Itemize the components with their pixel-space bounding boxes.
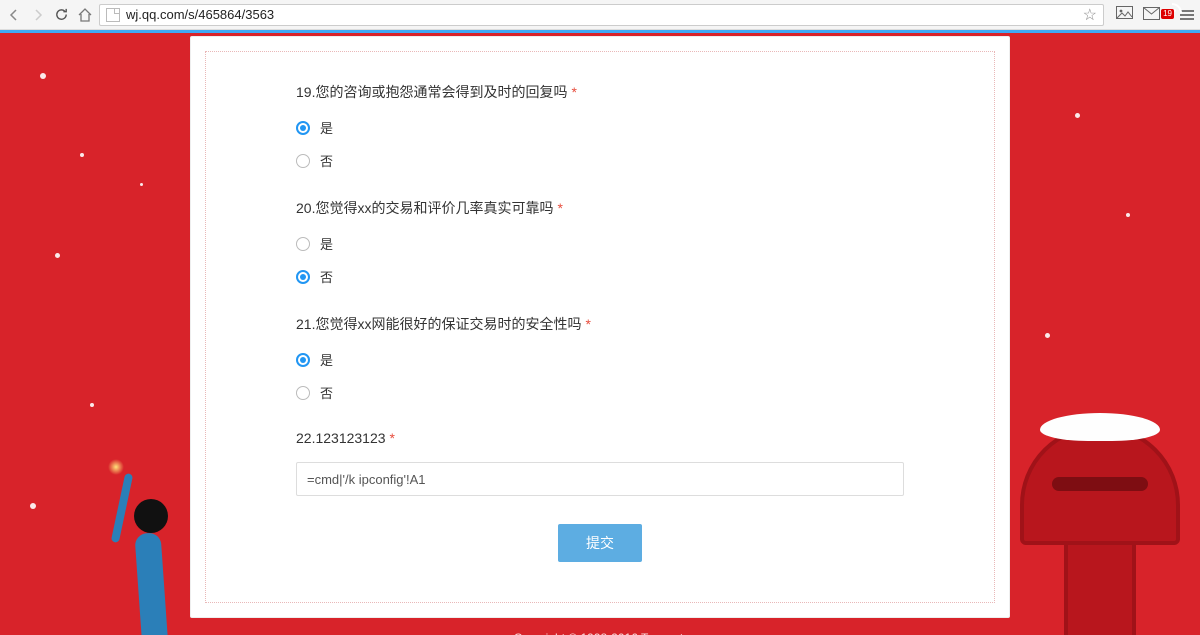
question-title: 21.您觉得xx网能很好的保证交易时的安全性吗*: [296, 314, 904, 334]
copyright-text: Copyright © 1998-2016 Tencent.: [0, 629, 1200, 635]
page-icon: [106, 8, 120, 22]
radio-icon: [296, 154, 310, 168]
required-mark: *: [390, 430, 395, 446]
pictures-icon[interactable]: [1116, 6, 1133, 24]
option-yes[interactable]: 是: [296, 234, 904, 253]
radio-icon: [296, 386, 310, 400]
address-bar[interactable]: wj.qq.com/s/465864/3563 ☆: [99, 4, 1104, 26]
decoration-person: [110, 443, 200, 635]
required-mark: *: [585, 316, 590, 332]
url-text: wj.qq.com/s/465864/3563: [126, 7, 1077, 22]
nav-controls: [6, 7, 93, 23]
back-button[interactable]: [6, 7, 22, 23]
footer: Copyright © 1998-2016 Tencent. 系统由 腾讯问卷提…: [0, 629, 1200, 635]
question-22: 22.123123123*: [296, 430, 904, 496]
forward-button[interactable]: [30, 7, 46, 23]
browser-toolbar: wj.qq.com/s/465864/3563 ☆ 19: [0, 0, 1200, 30]
rss-count: 19: [1161, 9, 1174, 19]
question-20: 20.您觉得xx的交易和评价几率真实可靠吗* 是 否: [296, 198, 904, 286]
required-mark: *: [557, 200, 562, 216]
submit-button[interactable]: 提交: [558, 524, 642, 562]
radio-icon: [296, 270, 310, 284]
question-title: 22.123123123*: [296, 430, 904, 446]
page-background: 19.您的咨询或抱怨通常会得到及时的回复吗* 是 否 20.您觉得xx的交易和评…: [0, 33, 1200, 635]
option-no[interactable]: 否: [296, 151, 904, 170]
question-title: 20.您觉得xx的交易和评价几率真实可靠吗*: [296, 198, 904, 218]
toolbar-right: 19: [1110, 6, 1194, 24]
question-19: 19.您的咨询或抱怨通常会得到及时的回复吗* 是 否: [296, 82, 904, 170]
question-21: 21.您觉得xx网能很好的保证交易时的安全性吗* 是 否: [296, 314, 904, 402]
menu-button[interactable]: [1180, 10, 1194, 20]
option-yes[interactable]: 是: [296, 350, 904, 369]
bookmark-star-icon[interactable]: ☆: [1083, 5, 1097, 25]
decoration-mailbox: [1020, 425, 1180, 635]
question-title: 19.您的咨询或抱怨通常会得到及时的回复吗*: [296, 82, 904, 102]
radio-icon: [296, 237, 310, 251]
mail-icon[interactable]: [1143, 7, 1160, 23]
option-no[interactable]: 否: [296, 267, 904, 286]
home-button[interactable]: [77, 7, 93, 23]
answer-input[interactable]: [296, 462, 904, 496]
survey-card: 19.您的咨询或抱怨通常会得到及时的回复吗* 是 否 20.您觉得xx的交易和评…: [190, 36, 1010, 618]
page: 19.您的咨询或抱怨通常会得到及时的回复吗* 是 否 20.您觉得xx的交易和评…: [0, 30, 1200, 635]
radio-icon: [296, 353, 310, 367]
radio-icon: [296, 121, 310, 135]
option-yes[interactable]: 是: [296, 118, 904, 137]
option-no[interactable]: 否: [296, 383, 904, 402]
reload-button[interactable]: [54, 7, 69, 22]
required-mark: *: [571, 84, 576, 100]
